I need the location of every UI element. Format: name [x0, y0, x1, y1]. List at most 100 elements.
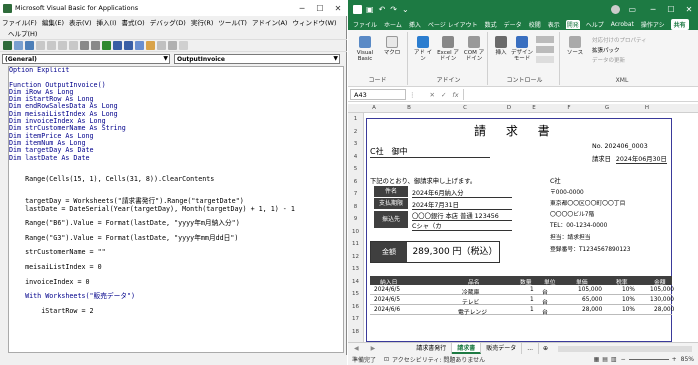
view-normal-icon[interactable]: ▦ — [594, 356, 600, 363]
column-header[interactable]: E — [522, 105, 546, 111]
macro-button[interactable]: マクロ — [380, 36, 404, 56]
break-icon[interactable] — [113, 41, 122, 50]
menu-run[interactable]: 実行(R) — [191, 17, 214, 27]
menu-debug[interactable]: デバッグ(D) — [150, 17, 186, 27]
toolbox-icon[interactable] — [179, 41, 188, 50]
worksheet-grid[interactable]: 請 求 書 No. 202406_0003 請求日 2024年06月30日 C社… — [364, 113, 698, 342]
formula-input[interactable] — [462, 89, 694, 100]
tell-me-search[interactable]: 操作アシ — [640, 20, 666, 29]
code-line[interactable]: Option Explicit — [9, 67, 343, 74]
undo-icon[interactable]: ↶ — [379, 5, 386, 14]
com-addins-button[interactable]: COM アドイン — [462, 36, 486, 62]
row-header[interactable]: 16 — [348, 304, 363, 310]
tab-help[interactable]: ヘルプ — [585, 20, 605, 29]
tab-review[interactable]: 校閲 — [528, 20, 542, 29]
code-line[interactable] — [9, 162, 343, 169]
design-mode-icon[interactable] — [135, 41, 144, 50]
column-header[interactable]: G — [592, 105, 622, 111]
design-mode-button[interactable]: デザイン モード — [510, 36, 534, 62]
zoom-out-icon[interactable]: − — [621, 356, 626, 363]
tab-data[interactable]: データ — [503, 20, 523, 29]
view-page-break-icon[interactable]: ▥ — [611, 356, 617, 363]
object-browser-icon[interactable] — [168, 41, 177, 50]
visual-basic-button[interactable]: Visual Basic — [350, 36, 380, 62]
menu-view[interactable]: 表示(V) — [69, 17, 92, 27]
column-header[interactable]: F — [546, 105, 592, 111]
code-line[interactable]: invoiceIndex = 0 — [9, 278, 343, 286]
qat-more-icon[interactable]: ⌄ — [402, 5, 409, 14]
run-icon[interactable] — [102, 41, 111, 50]
menu-tools[interactable]: ツール(T) — [218, 17, 247, 27]
insert-control-button[interactable]: 挿入 — [492, 36, 510, 56]
reset-icon[interactable] — [124, 41, 133, 50]
row-header[interactable]: 15 — [348, 291, 363, 297]
code-line[interactable]: Range("G3").Value = Format(lastDate, "yy… — [9, 234, 343, 242]
account-avatar[interactable] — [611, 4, 621, 14]
row-header[interactable]: 4 — [348, 154, 363, 160]
code-line[interactable]: With Worksheets("販売データ") — [9, 292, 343, 300]
row-header[interactable]: 10 — [348, 229, 363, 235]
sheet-tab-invoice[interactable]: 請求書 — [452, 343, 482, 354]
row-header[interactable]: 17 — [348, 316, 363, 322]
minimize-button[interactable]: ─ — [644, 5, 662, 14]
row-header[interactable]: 11 — [348, 241, 363, 247]
tab-insert[interactable]: 挿入 — [408, 20, 422, 29]
row-header[interactable]: 3 — [348, 141, 363, 147]
ribbon-display-icon[interactable]: ▭ — [628, 5, 636, 14]
properties-icon[interactable] — [157, 41, 166, 50]
prev-sheet-icon[interactable]: ◀ — [348, 345, 365, 352]
sheet-tab-more[interactable]: ... — [522, 343, 540, 354]
menu-window[interactable]: ウィンドウ(W) — [292, 17, 336, 27]
expansion-pack-label[interactable]: 拡張パック — [592, 46, 620, 54]
code-editor[interactable]: Option Explicit Function OutputInvoice() D… — [8, 66, 344, 353]
horizontal-scrollbar[interactable] — [558, 345, 692, 352]
cancel-icon[interactable]: ✕ — [430, 91, 435, 99]
procedure-combo[interactable]: OutputInvoice ▼ — [174, 54, 340, 64]
row-header[interactable]: 6 — [348, 179, 363, 185]
status-accessibility[interactable]: アクセシビリティ: 問題ありません — [392, 355, 485, 364]
minimize-button[interactable]: ─ — [293, 4, 311, 13]
tab-developer[interactable]: 開発 — [565, 19, 580, 29]
addins-button[interactable]: アド イン — [412, 36, 434, 62]
row-header[interactable]: 12 — [348, 254, 363, 260]
menu-edit[interactable]: 編集(E) — [42, 17, 64, 27]
column-header[interactable]: C — [434, 105, 496, 111]
menu-insert[interactable]: 挿入(I) — [97, 17, 117, 27]
undo-icon[interactable] — [80, 41, 89, 50]
object-combo[interactable]: (General) ▼ — [2, 54, 170, 64]
close-button[interactable]: ✕ — [329, 4, 347, 13]
name-box[interactable]: A43 — [350, 89, 406, 100]
code-line[interactable]: lastDate = DateSerial(Year(targetDay), M… — [9, 205, 343, 213]
add-sheet-icon[interactable]: ⊕ — [539, 345, 552, 352]
redo-icon[interactable] — [91, 41, 100, 50]
enter-icon[interactable]: ✓ — [441, 91, 446, 99]
code-line[interactable] — [9, 184, 343, 191]
sheet-tab-sales-data[interactable]: 販売データ — [481, 343, 523, 354]
row-header[interactable]: 7 — [348, 191, 363, 197]
column-header[interactable]: A — [364, 105, 384, 111]
code-line[interactable]: Range("B6").Value = Format(lastDate, "yy… — [9, 219, 343, 227]
menu-help[interactable]: ヘルプ(H) — [0, 28, 347, 38]
redo-icon[interactable]: ↷ — [390, 5, 397, 14]
next-sheet-icon[interactable]: ▶ — [365, 345, 382, 352]
maximize-button[interactable]: ☐ — [662, 5, 680, 14]
copy-icon[interactable] — [47, 41, 56, 50]
code-line[interactable]: Range(Cells(15, 1), Cells(31, 8)).ClearC… — [9, 176, 343, 184]
chevron-down-icon[interactable]: ⋮ — [409, 91, 416, 99]
tab-formulas[interactable]: 数式 — [484, 20, 498, 29]
properties-icon[interactable] — [536, 36, 554, 43]
code-line[interactable]: meisaiListIndex = 0 — [9, 263, 343, 271]
maximize-button[interactable]: ☐ — [311, 4, 329, 13]
row-header[interactable]: 9 — [348, 216, 363, 222]
cut-icon[interactable] — [36, 41, 45, 50]
view-page-layout-icon[interactable]: ▤ — [602, 356, 608, 363]
menu-file[interactable]: ファイル(F) — [2, 17, 37, 27]
insert-function-icon[interactable]: fx — [452, 91, 458, 99]
code-line[interactable]: strCustomerName = "" — [9, 249, 343, 257]
tab-file[interactable]: ファイル — [352, 20, 378, 29]
zoom-in-icon[interactable]: + — [672, 356, 677, 363]
menu-addins[interactable]: アドイン(A) — [252, 17, 288, 27]
column-header[interactable]: H — [622, 105, 672, 111]
row-header[interactable]: 14 — [348, 279, 363, 285]
column-header[interactable]: B — [384, 105, 434, 111]
